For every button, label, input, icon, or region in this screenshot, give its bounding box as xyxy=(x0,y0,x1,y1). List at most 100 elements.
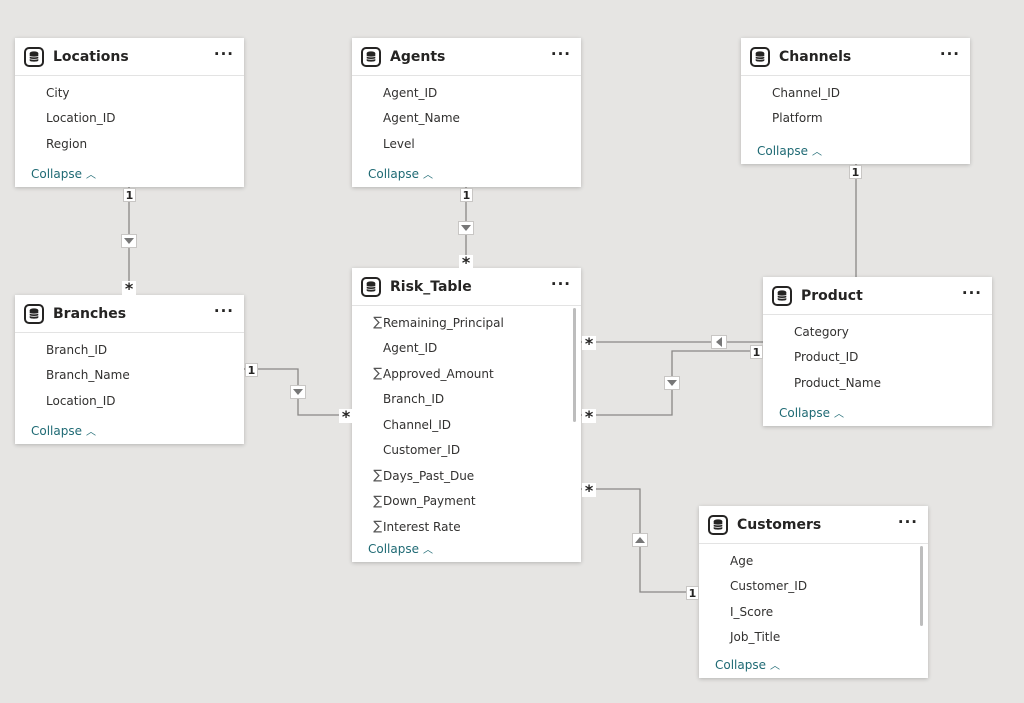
more-options-icon[interactable]: ··· xyxy=(898,514,918,533)
cardinality-one: 1 xyxy=(686,586,699,600)
table-card-channels[interactable]: Channels ··· Channel_ID Platform Collapse… xyxy=(741,38,970,164)
collapse-button[interactable]: Collapse ︿ xyxy=(779,405,844,421)
table-card-customers[interactable]: Customers ··· Age Customer_ID I_Score Job_T… xyxy=(699,506,928,678)
field-name: Remaining_Principal xyxy=(383,315,504,330)
filter-direction-down-icon[interactable] xyxy=(664,376,680,390)
collapse-button[interactable]: Collapse ︿ xyxy=(715,657,780,673)
field-row[interactable]: Agent_ID xyxy=(352,80,581,106)
field-row[interactable]: Customer_ID xyxy=(352,438,581,464)
collapse-label: Collapse xyxy=(757,143,808,158)
field-row[interactable]: Platform xyxy=(741,106,970,132)
table-header[interactable]: Product ··· xyxy=(763,277,992,315)
field-name: Age xyxy=(730,553,754,568)
field-name: Approved_Amount xyxy=(383,366,494,381)
field-row[interactable]: Job_Title xyxy=(699,625,928,651)
field-row[interactable]: ∑ Interest Rate xyxy=(352,514,581,540)
field-name: Agent_Name xyxy=(383,111,460,126)
field-row[interactable]: Channel_ID xyxy=(741,80,970,106)
table-header[interactable]: Customers ··· xyxy=(699,506,928,544)
field-name: Branch_ID xyxy=(383,392,445,407)
field-name: Customer_ID xyxy=(730,579,808,594)
collapse-button[interactable]: Collapse ︿ xyxy=(368,166,433,182)
collapse-button[interactable]: Collapse ︿ xyxy=(757,143,822,159)
field-row[interactable]: Branch_ID xyxy=(352,387,581,413)
field-row[interactable]: Region xyxy=(15,131,244,157)
field-row[interactable]: Agent_ID xyxy=(352,336,581,362)
table-card-branches[interactable]: Branches ··· Branch_ID Branch_Name Locatio… xyxy=(15,295,244,444)
table-title: Branches xyxy=(53,305,127,322)
field-row[interactable]: Branch_Name xyxy=(15,363,244,389)
scrollbar[interactable] xyxy=(920,546,923,626)
more-options-icon[interactable]: ··· xyxy=(962,285,982,304)
field-row[interactable]: Age xyxy=(699,548,928,574)
field-row[interactable]: Category xyxy=(763,319,992,345)
field-row[interactable]: Product_ID xyxy=(763,345,992,371)
filter-direction-up-icon[interactable] xyxy=(632,533,648,547)
chevron-up-icon: ︿ xyxy=(86,170,96,181)
cardinality-one: 1 xyxy=(245,363,258,377)
field-name: Down_Payment xyxy=(383,494,476,509)
table-card-risk-table[interactable]: Risk_Table ··· ∑ Remaining_Principal Agent… xyxy=(352,268,581,562)
sum-icon: ∑ xyxy=(373,315,382,331)
cardinality-one: 1 xyxy=(750,345,763,359)
field-row[interactable]: City xyxy=(15,80,244,106)
field-row[interactable]: ∑ Down_Payment xyxy=(352,489,581,515)
field-list: Channel_ID Platform xyxy=(741,76,970,131)
filter-direction-down-icon[interactable] xyxy=(458,221,474,235)
table-title: Risk_Table xyxy=(390,278,472,295)
table-header[interactable]: Risk_Table ··· xyxy=(352,268,581,306)
table-icon xyxy=(750,46,770,67)
cardinality-many: * xyxy=(582,334,596,353)
more-options-icon[interactable]: ··· xyxy=(551,46,571,65)
field-name: Product_Name xyxy=(794,375,881,390)
field-row[interactable]: Customer_ID xyxy=(699,574,928,600)
more-options-icon[interactable]: ··· xyxy=(940,46,960,65)
collapse-label: Collapse xyxy=(368,166,419,181)
chevron-up-icon: ︿ xyxy=(423,170,433,181)
table-title: Channels xyxy=(779,48,852,65)
field-name: Location_ID xyxy=(46,393,116,408)
field-name: Branch_Name xyxy=(46,368,130,383)
table-header[interactable]: Channels ··· xyxy=(741,38,970,76)
table-card-locations[interactable]: Locations ··· City Location_ID Region Coll… xyxy=(15,38,244,187)
scrollbar[interactable] xyxy=(573,308,576,422)
field-list: Agent_ID Agent_Name Level xyxy=(352,76,581,157)
cardinality-many: * xyxy=(122,279,136,298)
sum-icon: ∑ xyxy=(373,468,382,484)
more-options-icon[interactable]: ··· xyxy=(214,46,234,65)
field-name: Branch_ID xyxy=(46,342,108,357)
more-options-icon[interactable]: ··· xyxy=(214,303,234,322)
table-title: Customers xyxy=(737,516,822,533)
field-row[interactable]: Location_ID xyxy=(15,106,244,132)
field-row[interactable]: Level xyxy=(352,131,581,157)
field-name: Agent_ID xyxy=(383,341,438,356)
filter-direction-left-icon[interactable] xyxy=(711,335,727,349)
table-card-agents[interactable]: Agents ··· Agent_ID Agent_Name Level Colla… xyxy=(352,38,581,187)
table-header[interactable]: Locations ··· xyxy=(15,38,244,76)
table-icon xyxy=(24,303,44,324)
collapse-button[interactable]: Collapse ︿ xyxy=(31,166,96,182)
field-row[interactable]: Location_ID xyxy=(15,388,244,414)
collapse-button[interactable]: Collapse ︿ xyxy=(31,423,96,439)
more-options-icon[interactable]: ··· xyxy=(551,276,571,295)
cardinality-many: * xyxy=(459,253,473,272)
field-row[interactable]: ∑ Remaining_Principal xyxy=(352,310,581,336)
field-row[interactable]: I_Score xyxy=(699,599,928,625)
field-row[interactable]: Branch_ID xyxy=(15,337,244,363)
field-row[interactable]: ∑ Days_Past_Due xyxy=(352,463,581,489)
filter-direction-down-icon[interactable] xyxy=(121,234,137,248)
table-icon xyxy=(361,46,381,67)
table-header[interactable]: Branches ··· xyxy=(15,295,244,333)
collapse-label: Collapse xyxy=(31,166,82,181)
field-row[interactable]: Channel_ID xyxy=(352,412,581,438)
collapse-label: Collapse xyxy=(368,541,419,556)
field-row[interactable]: Agent_Name xyxy=(352,106,581,132)
field-name: Days_Past_Due xyxy=(383,468,475,483)
filter-direction-down-icon[interactable] xyxy=(290,385,306,399)
table-card-product[interactable]: Product ··· Category Product_ID Product_Na… xyxy=(763,277,992,426)
field-row[interactable]: Product_Name xyxy=(763,370,992,396)
chevron-up-icon: ︿ xyxy=(86,427,96,438)
table-header[interactable]: Agents ··· xyxy=(352,38,581,76)
field-row[interactable]: ∑ Approved_Amount xyxy=(352,361,581,387)
collapse-button[interactable]: Collapse ︿ xyxy=(368,541,433,557)
